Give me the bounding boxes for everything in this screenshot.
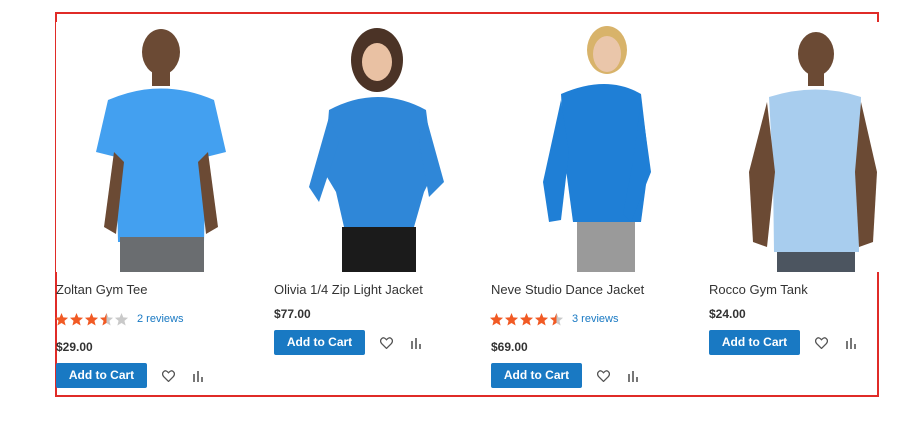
star-icon bbox=[534, 312, 549, 325]
star-icon bbox=[549, 312, 564, 325]
reviews-link[interactable]: 3 reviews bbox=[572, 313, 618, 325]
star-icon bbox=[519, 312, 534, 325]
product-name[interactable]: Zoltan Gym Tee bbox=[56, 282, 148, 297]
add-to-cart-button[interactable]: Add to Cart bbox=[709, 330, 800, 355]
product-image-zoltan-gym-tee[interactable] bbox=[56, 22, 266, 272]
product-price: $69.00 bbox=[491, 340, 528, 354]
wishlist-heart-icon[interactable] bbox=[377, 334, 395, 352]
product-actions: Add to Cart bbox=[56, 363, 207, 388]
product-name[interactable]: Olivia 1/4 Zip Light Jacket bbox=[274, 282, 423, 297]
product-image-olivia-jacket[interactable] bbox=[274, 22, 484, 272]
product-price: $24.00 bbox=[709, 307, 746, 321]
product-actions: Add to Cart bbox=[491, 363, 642, 388]
wishlist-heart-icon[interactable] bbox=[159, 367, 177, 385]
wishlist-heart-icon[interactable] bbox=[594, 367, 612, 385]
product-name[interactable]: Rocco Gym Tank bbox=[709, 282, 808, 297]
product-name[interactable]: Neve Studio Dance Jacket bbox=[491, 282, 644, 297]
star-icon bbox=[99, 312, 114, 325]
product-price: $77.00 bbox=[274, 307, 311, 321]
product-actions: Add to Cart bbox=[709, 330, 860, 355]
star-icon bbox=[84, 312, 99, 325]
product-image-neve-jacket[interactable] bbox=[491, 22, 701, 272]
product-actions: Add to Cart bbox=[274, 330, 425, 355]
star-icon bbox=[489, 312, 504, 325]
star-icon bbox=[54, 312, 69, 325]
rating-stars bbox=[54, 312, 129, 327]
compare-bars-icon[interactable] bbox=[842, 334, 860, 352]
product-rating: 2 reviews bbox=[54, 310, 183, 328]
star-icon bbox=[69, 312, 84, 325]
compare-bars-icon[interactable] bbox=[624, 367, 642, 385]
star-icon bbox=[504, 312, 519, 325]
reviews-link[interactable]: 2 reviews bbox=[137, 313, 183, 325]
star-icon bbox=[114, 312, 129, 325]
add-to-cart-button[interactable]: Add to Cart bbox=[274, 330, 365, 355]
compare-bars-icon[interactable] bbox=[189, 367, 207, 385]
add-to-cart-button[interactable]: Add to Cart bbox=[56, 363, 147, 388]
rating-stars bbox=[489, 312, 564, 327]
wishlist-heart-icon[interactable] bbox=[812, 334, 830, 352]
product-image-rocco-tank[interactable] bbox=[709, 22, 918, 272]
product-rating: 3 reviews bbox=[489, 310, 618, 328]
product-price: $29.00 bbox=[56, 340, 93, 354]
compare-bars-icon[interactable] bbox=[407, 334, 425, 352]
add-to-cart-button[interactable]: Add to Cart bbox=[491, 363, 582, 388]
